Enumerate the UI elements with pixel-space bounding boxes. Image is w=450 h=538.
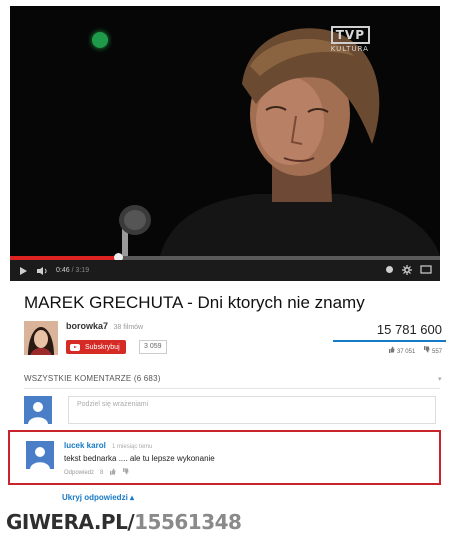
- settings-icon[interactable]: [402, 264, 412, 277]
- video-controls: 0:46 / 3:19: [10, 260, 440, 281]
- comment-like-button[interactable]: [109, 468, 116, 477]
- watermark: GIWERA.PL/15561348: [6, 510, 242, 534]
- comment-like-count: 8: [100, 469, 104, 476]
- comment-author-avatar[interactable]: [26, 441, 54, 469]
- comments-header[interactable]: WSZYSTKIE KOMENTARZE (6 683): [24, 374, 161, 383]
- watermark-id: 15561348: [134, 510, 242, 534]
- reply-button[interactable]: Odpowiedz: [64, 470, 94, 476]
- default-avatar-icon: [26, 441, 54, 469]
- video-time: 0:46 / 3:19: [56, 267, 89, 274]
- hide-replies-toggle[interactable]: Ukryj odpowiedzi ▴: [62, 493, 134, 502]
- light-dot: [92, 32, 108, 48]
- subscriber-count: 3 059: [139, 340, 167, 354]
- volume-icon[interactable]: [36, 266, 48, 276]
- channel-logo: TVP KULTURA: [330, 24, 370, 53]
- play-icon[interactable]: [18, 266, 28, 276]
- comment-author[interactable]: lucek karol: [64, 441, 106, 450]
- divider: [24, 388, 440, 389]
- like-button[interactable]: 37 051: [388, 346, 415, 355]
- channel-name-row: borowka7 38 filmów: [66, 321, 143, 331]
- channel-video-count[interactable]: 38 filmów: [114, 324, 144, 331]
- channel-logo-sub: KULTURA: [330, 45, 369, 53]
- subscribe-button[interactable]: Subskrybuj: [66, 340, 126, 354]
- annotations-icon[interactable]: [385, 265, 394, 276]
- comment-actions: Odpowiedz 8: [64, 468, 129, 477]
- channel-logo-main: TVP: [330, 26, 370, 44]
- channel-avatar[interactable]: [24, 321, 58, 355]
- thumbs-down-icon: [123, 468, 129, 475]
- comment-time[interactable]: 1 miesiąc temu: [112, 444, 152, 450]
- video-controls-right: [385, 264, 432, 277]
- default-avatar-icon: [24, 396, 52, 424]
- chevron-down-icon[interactable]: ▾: [438, 375, 442, 383]
- time-total: 3:19: [75, 267, 90, 274]
- like-count: 37 051: [396, 349, 416, 355]
- fullscreen-icon[interactable]: [420, 265, 432, 276]
- comment-author-row: lucek karol 1 miesiąc temu: [64, 441, 152, 450]
- dislike-button[interactable]: 557: [423, 346, 442, 355]
- dislike-count: 557: [431, 349, 442, 355]
- video-title: MAREK GRECHUTA - Dni ktorych nie znamy: [24, 293, 365, 312]
- subscribe-label: Subskrybuj: [85, 343, 120, 351]
- comment-input[interactable]: Podziel się wrażeniami: [68, 396, 436, 424]
- user-avatar: [24, 396, 52, 424]
- view-count: 15 781 600: [376, 322, 442, 337]
- chevron-up-icon: ▴: [130, 493, 135, 502]
- time-current: 0:46: [56, 267, 70, 274]
- channel-name[interactable]: borowka7: [66, 321, 108, 331]
- rating-row: 37 051 557: [388, 346, 442, 355]
- hide-replies-label: Ukryj odpowiedzi: [62, 493, 128, 502]
- like-ratio-bar: [333, 340, 446, 342]
- thumbs-up-icon: [110, 468, 116, 475]
- youtube-icon: [70, 343, 80, 351]
- comment-text: tekst bednarka .... ale tu lepsze wykona…: [64, 454, 215, 463]
- thumbs-up-icon: [389, 346, 395, 353]
- comment-dislike-button[interactable]: [122, 468, 129, 477]
- video-frame: [10, 6, 440, 256]
- thumbs-down-icon: [424, 346, 430, 353]
- watermark-site: GIWERA.PL/: [6, 510, 135, 534]
- video-player[interactable]: TVP KULTURA 0:46 / 3:19: [10, 6, 440, 281]
